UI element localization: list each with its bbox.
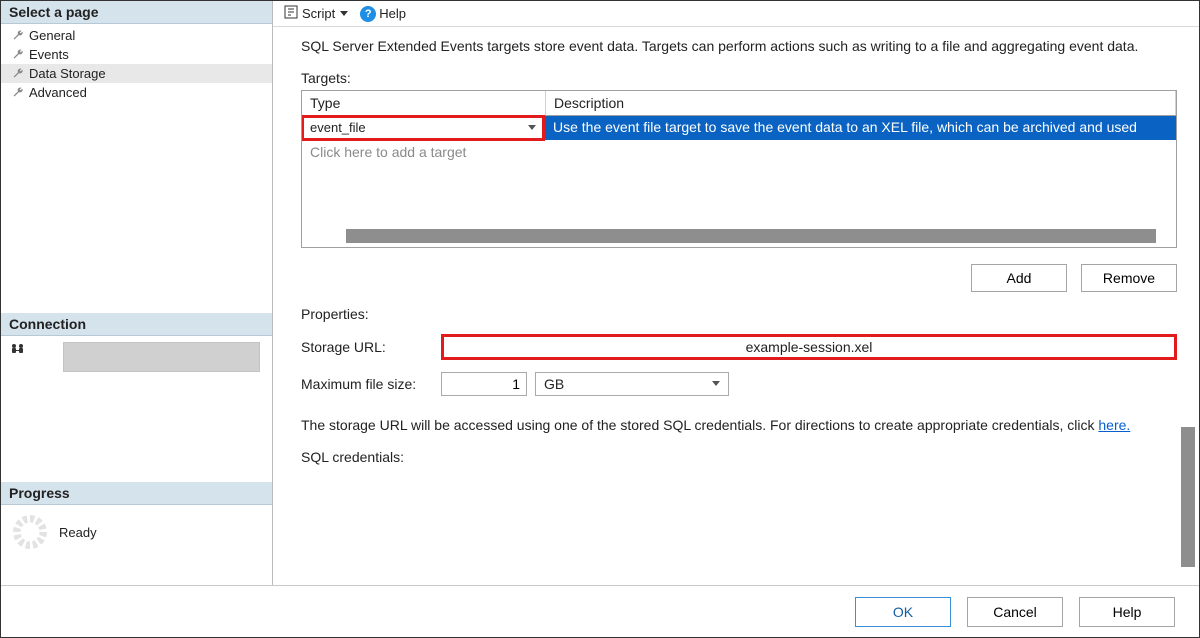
wrench-icon	[11, 29, 25, 43]
storage-url-input[interactable]: example-session.xel	[441, 334, 1177, 360]
credentials-note: The storage URL will be accessed using o…	[301, 416, 1177, 435]
add-target-placeholder[interactable]: Click here to add a target	[302, 140, 1176, 164]
toolbar: Script ? Help	[273, 1, 1199, 27]
dialog-footer: OK Cancel Help	[1, 585, 1199, 637]
select-page-header: Select a page	[1, 1, 272, 24]
chevron-down-icon	[340, 11, 348, 16]
intro-text: SQL Server Extended Events targets store…	[301, 37, 1177, 56]
nav-label: General	[29, 28, 75, 43]
help-button-footer[interactable]: Help	[1079, 597, 1175, 627]
script-icon	[283, 4, 299, 23]
nav-item-general[interactable]: General	[1, 26, 272, 45]
ok-button[interactable]: OK	[855, 597, 951, 627]
target-type-dropdown[interactable]: event_file	[301, 115, 545, 141]
remove-button[interactable]: Remove	[1081, 264, 1177, 292]
help-icon: ?	[360, 6, 376, 22]
targets-grid[interactable]: Type Description event_file Use the even…	[301, 90, 1177, 248]
help-label: Help	[379, 6, 406, 21]
wrench-icon	[11, 48, 25, 62]
main-panel: Script ? Help SQL Server Extended Events…	[273, 1, 1199, 585]
target-description: Use the event file target to save the ev…	[545, 116, 1176, 140]
vertical-scrollbar[interactable]	[1181, 427, 1195, 567]
nav-item-data-storage[interactable]: Data Storage	[1, 64, 272, 83]
nav-label: Data Storage	[29, 66, 106, 81]
properties-label: Properties:	[301, 306, 1177, 322]
grid-horizontal-scrollbar[interactable]	[346, 229, 1156, 243]
targets-label: Targets:	[301, 70, 1177, 86]
connection-header: Connection	[1, 313, 272, 336]
wrench-icon	[11, 67, 25, 81]
sql-credentials-label: SQL credentials:	[301, 449, 433, 465]
storage-url-label: Storage URL:	[301, 339, 433, 355]
script-dropdown[interactable]: Script	[279, 3, 352, 24]
col-header-type[interactable]: Type	[302, 91, 546, 115]
max-file-size-input[interactable]	[441, 372, 527, 396]
progress-status: Ready	[59, 525, 97, 540]
script-label: Script	[302, 6, 335, 21]
nav-label: Events	[29, 47, 69, 62]
add-button[interactable]: Add	[971, 264, 1067, 292]
nav-item-advanced[interactable]: Advanced	[1, 83, 272, 102]
file-size-unit-value: GB	[544, 376, 564, 392]
connection-value[interactable]	[63, 342, 260, 372]
target-type-value: event_file	[310, 120, 366, 135]
nav-label: Advanced	[29, 85, 87, 100]
col-header-description[interactable]: Description	[546, 91, 1176, 115]
connection-icon	[9, 342, 27, 360]
nav-item-events[interactable]: Events	[1, 45, 272, 64]
credentials-here-link[interactable]: here.	[1098, 417, 1130, 433]
cancel-button[interactable]: Cancel	[967, 597, 1063, 627]
chevron-down-icon	[528, 125, 536, 130]
table-row[interactable]: event_file Use the event file target to …	[302, 116, 1176, 140]
progress-header: Progress	[1, 482, 272, 505]
page-nav: General Events Data Storage	[1, 24, 272, 104]
storage-url-value: example-session.xel	[746, 339, 873, 355]
progress-spinner-icon	[13, 515, 47, 549]
max-file-size-label: Maximum file size:	[301, 376, 433, 392]
file-size-unit-select[interactable]: GB	[535, 372, 729, 396]
chevron-down-icon	[712, 381, 720, 386]
grid-header: Type Description	[302, 91, 1176, 116]
help-button[interactable]: ? Help	[356, 5, 410, 23]
left-panel: Select a page General Events	[1, 1, 273, 585]
wrench-icon	[11, 86, 25, 100]
